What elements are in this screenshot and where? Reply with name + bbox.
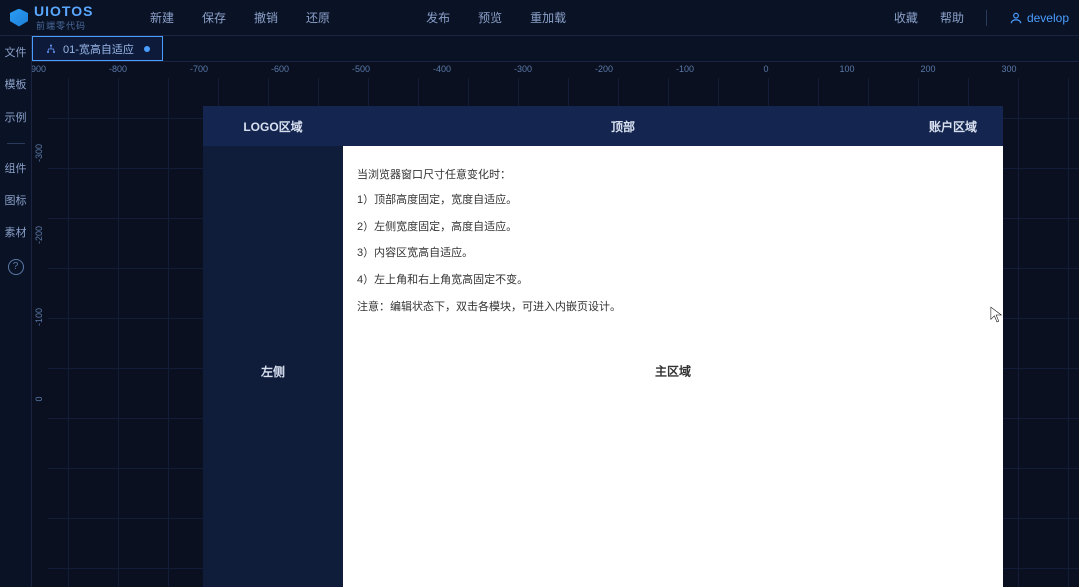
sidebar-item-template[interactable]: 模板 [5,78,27,92]
ruler-h-label: 100 [839,64,854,74]
content-line-3: 3）内容区宽高自适应。 [357,245,989,262]
menu-redo[interactable]: 还原 [306,9,330,26]
sidebar-help-icon[interactable]: ? [8,259,24,275]
ruler-h-label: -700 [190,64,208,74]
frame-left[interactable]: 左侧 [203,146,343,587]
frame-main-label: 主区域 [655,363,691,380]
sidebar-item-example[interactable]: 示例 [5,111,27,125]
tab-label: 01-宽高自适应 [63,41,134,57]
ruler-h-label: -900 [32,64,46,74]
menu-preview[interactable]: 预览 [478,9,502,26]
sidebar-item-icon[interactable]: 图标 [5,194,27,208]
ruler-h-label: 200 [920,64,935,74]
ruler-v-label: -300 [34,144,44,162]
left-sidebar: 文件 模板 示例 组件 图标 素材 ? [0,36,32,587]
content-line-2: 2）左侧宽度固定，高度自适应。 [357,219,989,236]
user-account[interactable]: develop [1009,11,1069,25]
ruler-h-label: -100 [676,64,694,74]
sidebar-item-component[interactable]: 组件 [5,162,27,176]
frame-logo-region[interactable]: LOGO区域 [203,106,343,146]
ruler-h-label: -200 [595,64,613,74]
divider [986,10,987,26]
tab-dirty-dot [144,46,150,52]
frame-account-region[interactable]: 账户区域 [903,106,1003,146]
sidebar-item-asset[interactable]: 素材 [5,226,27,240]
hierarchy-icon [45,43,57,55]
menu-reload[interactable]: 重加载 [530,9,566,26]
frame-top[interactable]: 顶部 [343,106,903,146]
ruler-h-label: 300 [1001,64,1016,74]
content-line-1: 1）顶部高度固定，宽度自适应。 [357,192,989,209]
ruler-v-label: -100 [34,308,44,326]
frame-main[interactable]: 当浏览器窗口尺寸任意变化时： 1）顶部高度固定，宽度自适应。 2）左侧宽度固定，… [343,146,1003,587]
ruler-vertical: -300 -200 -100 0 [32,78,48,587]
ruler-h-label: 0 [763,64,768,74]
logo-shield-icon [10,9,28,27]
frame-header: LOGO区域 顶部 账户区域 [203,106,1003,146]
sidebar-item-file[interactable]: 文件 [5,46,27,60]
ruler-h-label: -500 [352,64,370,74]
brand-name: UIOTOS [34,3,93,19]
sidebar-divider [7,143,25,144]
content-note: 注意：编辑状态下，双击各模块，可进入内嵌页设计。 [357,298,989,314]
tab-file-0[interactable]: 01-宽高自适应 [32,36,163,61]
menu-undo[interactable]: 撤销 [254,9,278,26]
content-line-4: 4）左上角和右上角宽高固定不变。 [357,272,989,289]
ruler-v-label: -200 [34,226,44,244]
workspace: -900 -800 -700 -600 -500 -400 -300 -200 -100 0 100… [32,62,1079,587]
content-title: 当浏览器窗口尺寸任意变化时： [357,166,989,182]
ruler-h-label: -600 [271,64,289,74]
ruler-h-label: -800 [109,64,127,74]
brand-sub: 前端零代码 [36,19,93,32]
ruler-horizontal: -900 -800 -700 -600 -500 -400 -300 -200 -100 0 100… [32,62,1079,78]
layout-frame[interactable]: LOGO区域 顶部 账户区域 左侧 当浏览器窗口尺寸任意变化时： 1）顶部高度固… [203,106,1003,587]
user-name: develop [1027,11,1069,25]
menu-favorite[interactable]: 收藏 [894,9,918,26]
menu-publish[interactable]: 发布 [426,9,450,26]
brand-logo: UIOTOS 前端零代码 [10,3,120,32]
canvas[interactable]: LOGO区域 顶部 账户区域 左侧 当浏览器窗口尺寸任意变化时： 1）顶部高度固… [48,78,1079,587]
ruler-v-label: 0 [34,396,44,401]
ruler-h-label: -300 [514,64,532,74]
menu-save[interactable]: 保存 [202,9,226,26]
menu-help[interactable]: 帮助 [940,9,964,26]
ruler-h-label: -400 [433,64,451,74]
menu-new[interactable]: 新建 [150,9,174,26]
user-icon [1009,11,1023,25]
